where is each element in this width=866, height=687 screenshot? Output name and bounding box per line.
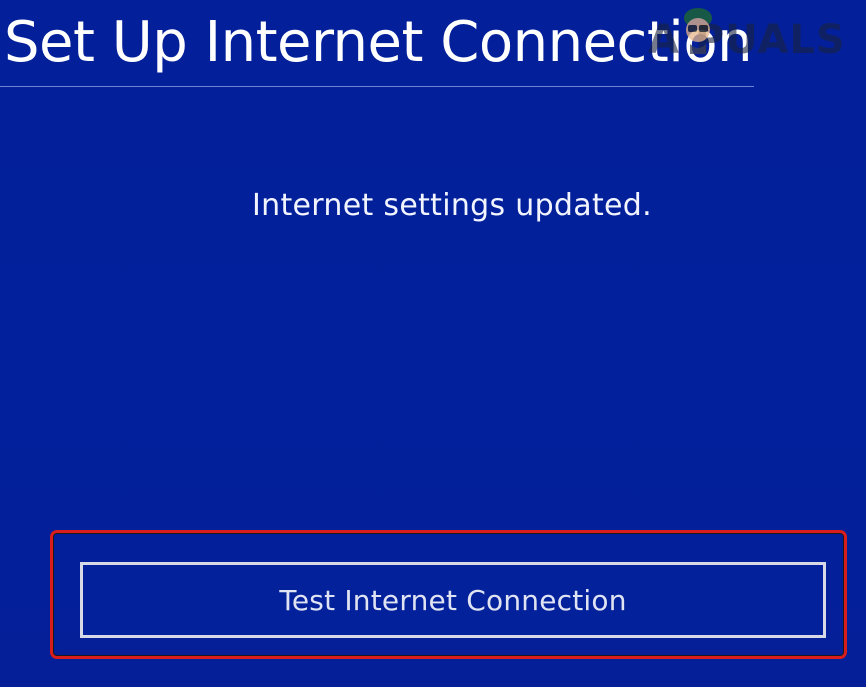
- mascot-icon: [684, 8, 712, 54]
- status-message: Internet settings updated.: [252, 188, 652, 223]
- test-internet-connection-button[interactable]: Test Internet Connection: [80, 562, 826, 638]
- page-title: Set Up Internet Connection: [4, 10, 753, 75]
- ps4-settings-screen: Set Up Internet Connection A PUALS Inter…: [0, 0, 866, 687]
- test-internet-connection-label: Test Internet Connection: [279, 583, 627, 617]
- title-divider: [0, 86, 754, 87]
